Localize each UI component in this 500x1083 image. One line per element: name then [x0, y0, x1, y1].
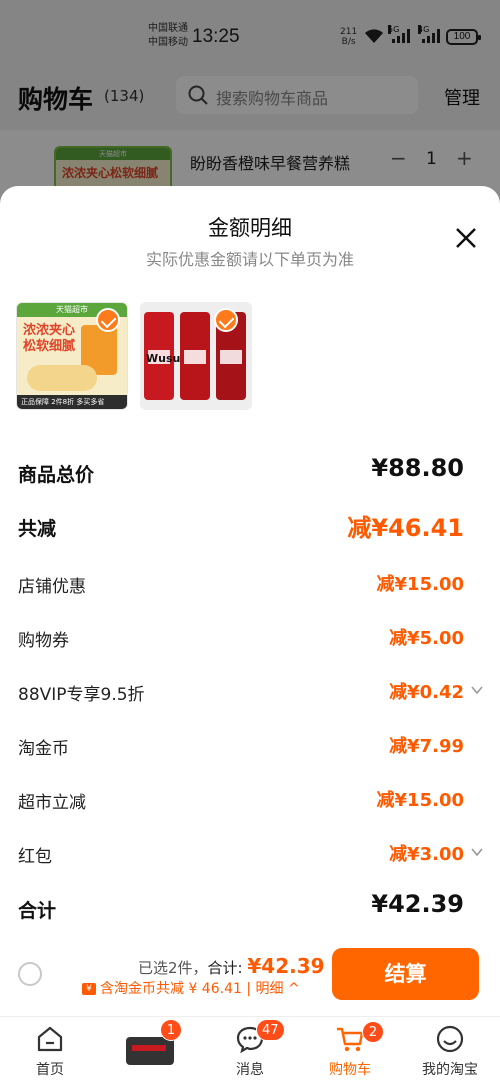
select-all-radio[interactable]	[18, 962, 42, 986]
row-value: 减¥3.00	[389, 844, 464, 865]
row-total-discount: 共减 减¥46.41	[0, 506, 500, 546]
amount-detail-sheet: 金额明细 实际优惠金额请以下单页为准 天猫超市 浓浓夹心 松软细腻 正品保障 2…	[0, 186, 500, 1016]
tab-bar: 首页 1 47 消息 2 购物车 我的淘宝	[0, 1016, 500, 1083]
tab-messages[interactable]: 47 消息	[200, 1017, 300, 1083]
close-icon[interactable]	[452, 224, 480, 252]
cart-badge: 2	[362, 1021, 384, 1043]
row-label: 合计	[18, 900, 57, 922]
tab-label: 首页	[36, 1062, 64, 1078]
tab-cart[interactable]: 2 购物车	[300, 1017, 400, 1083]
chevron-down-icon[interactable]	[470, 683, 484, 697]
home-icon	[37, 1026, 63, 1052]
total-label: 合计:	[207, 959, 243, 977]
coin-discount-summary[interactable]: ¥ 含淘金币共减 ¥ 46.41 | 明细 ^	[82, 978, 300, 998]
chevron-down-icon[interactable]	[470, 845, 484, 859]
checkout-button[interactable]: 结算	[332, 948, 479, 1000]
cake-graphic	[27, 365, 97, 391]
product-2-check-icon	[214, 308, 238, 332]
row-value: 减¥15.00	[376, 790, 464, 811]
row-supermarket-discount: 超市立减 减¥15.00	[0, 780, 500, 820]
row-value: 减¥0.42	[389, 682, 464, 703]
selection-summary: 已选2件，合计: ¥42.39	[138, 954, 325, 978]
row-taojinbi: 淘金币 减¥7.99	[0, 726, 500, 766]
row-label: 店铺优惠	[18, 577, 86, 597]
row-value: 减¥46.41	[347, 514, 464, 542]
total-amount: ¥42.39	[247, 954, 325, 978]
promo-car-image	[126, 1037, 174, 1065]
row-value: ¥88.80	[371, 454, 464, 482]
product-1-text-2: 松软细腻	[23, 339, 76, 354]
row-label: 超市立减	[18, 793, 86, 813]
row-total-price: 商品总价 ¥88.80	[0, 452, 500, 492]
product-2-brand: Wusu	[146, 352, 181, 365]
selected-count: 已选2件，	[138, 959, 208, 977]
tab-label: 我的淘宝	[422, 1062, 478, 1078]
product-1-check-icon	[96, 308, 120, 332]
row-grand-total: 合计 ¥42.39	[0, 888, 500, 928]
row-value: 减¥15.00	[376, 574, 464, 595]
product-1-footer: 正品保障 2件8折 多买多省	[17, 395, 127, 409]
detail-toggle[interactable]: | 明细 ^	[246, 981, 299, 997]
row-label: 淘金币	[18, 739, 69, 759]
row-88vip[interactable]: 88VIP专享9.5折 减¥0.42	[0, 672, 500, 712]
coin-text: 含淘金币共减 ¥ 46.41	[100, 981, 242, 997]
smile-face-icon	[436, 1025, 464, 1053]
tab-promo[interactable]: 1	[100, 1017, 200, 1083]
row-value: 减¥7.99	[389, 736, 464, 757]
promo-badge: 1	[160, 1019, 182, 1041]
checkout-bar: 已选2件，合计: ¥42.39 ¥ 含淘金币共减 ¥ 46.41 | 明细 ^ 结…	[0, 936, 500, 1016]
row-value: 减¥5.00	[389, 628, 464, 649]
row-coupon: 购物券 减¥5.00	[0, 618, 500, 658]
row-value: ¥42.39	[371, 890, 464, 918]
product-1-text-1: 浓浓夹心	[23, 323, 76, 338]
tab-label: 购物车	[329, 1062, 371, 1078]
coin-icon: ¥	[82, 983, 96, 995]
cart-icon	[337, 1027, 364, 1052]
beer-pack-graphic	[180, 312, 210, 400]
tab-my-taobao[interactable]: 我的淘宝	[400, 1017, 500, 1083]
row-label: 88VIP专享9.5折	[18, 685, 145, 705]
sheet-subtitle: 实际优惠金额请以下单页为准	[145, 250, 354, 269]
messages-badge: 47	[256, 1019, 285, 1041]
tab-label: 消息	[236, 1062, 264, 1078]
row-label: 红包	[18, 847, 52, 867]
row-label: 共减	[18, 518, 57, 540]
row-red-packet[interactable]: 红包 减¥3.00	[0, 834, 500, 874]
sheet-title: 金额明细	[208, 216, 292, 240]
row-shop-discount: 店铺优惠 减¥15.00	[0, 564, 500, 604]
tab-home[interactable]: 首页	[0, 1017, 100, 1083]
product-1-text: 浓浓夹心 松软细腻	[23, 323, 75, 355]
row-label: 购物券	[18, 631, 69, 651]
row-label: 商品总价	[18, 464, 95, 486]
